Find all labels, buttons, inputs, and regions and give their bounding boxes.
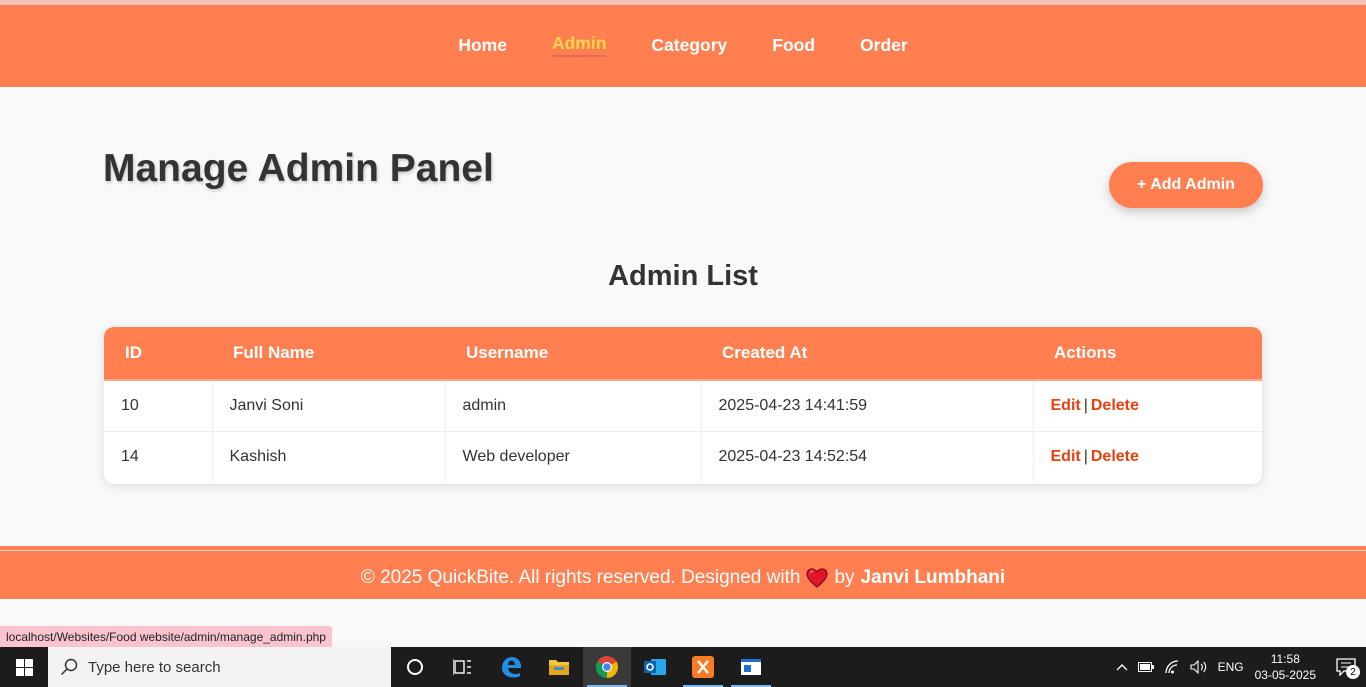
cortana-button[interactable] (391, 647, 439, 687)
cell-id: 14 (104, 431, 213, 482)
file-explorer-app[interactable] (535, 647, 583, 687)
table-header-row: ID Full Name Username Created At Actions (104, 327, 1262, 381)
taskbar-search-box[interactable]: Type here to search (48, 647, 391, 687)
xampp-icon (692, 656, 714, 678)
task-view-button[interactable] (439, 647, 487, 687)
delete-link[interactable]: Delete (1091, 448, 1139, 465)
volume-button[interactable] (1185, 660, 1213, 674)
network-button[interactable] (1159, 660, 1185, 674)
footer-author: Janvi Lumbhani (860, 566, 1006, 588)
footer-copyright: © 2025 QuickBite. All rights reserved. D… (360, 566, 801, 588)
nav-order[interactable]: Order (860, 35, 908, 56)
windows-logo-icon (15, 658, 33, 676)
add-admin-button[interactable]: + Add Admin (1109, 162, 1263, 208)
column-header-full-name: Full Name (212, 327, 445, 381)
window-app-icon (741, 659, 761, 675)
wifi-icon (1164, 660, 1178, 674)
footer-text: © 2025 QuickBite. All rights reserved. D… (361, 567, 1005, 589)
chevron-up-icon (1116, 664, 1128, 671)
cell-actions: Edit | Delete (1033, 431, 1262, 482)
cell-id: 10 (104, 380, 213, 432)
xampp-app[interactable] (679, 647, 727, 687)
column-header-id: ID (104, 327, 212, 381)
outlook-icon (644, 659, 666, 675)
cell-actions: Edit | Delete (1033, 380, 1262, 432)
control-panel-app[interactable] (727, 647, 775, 687)
cell-username: admin (445, 380, 702, 432)
table-row: 10 Janvi Soni admin 2025-04-23 14:41:59 … (104, 380, 1262, 432)
admin-table: ID Full Name Username Created At Actions… (104, 327, 1262, 482)
nav-admin[interactable]: Admin (551, 33, 607, 57)
cell-created-at: 2025-04-23 14:52:54 (701, 431, 1034, 482)
cell-created-at: 2025-04-23 14:41:59 (701, 380, 1034, 432)
folder-icon (549, 660, 569, 675)
action-separator: | (1083, 396, 1088, 414)
chrome-icon (596, 656, 618, 678)
task-view-icon (453, 659, 471, 675)
browser-status-url: localhost/Websites/Food website/admin/ma… (0, 626, 332, 647)
nav-category[interactable]: Category (651, 35, 727, 56)
edit-link[interactable]: Edit (1051, 448, 1081, 465)
nav-food[interactable]: Food (772, 35, 815, 56)
column-header-actions: Actions (1033, 327, 1262, 381)
edge-app[interactable] (487, 647, 535, 687)
action-center-button[interactable]: 2 (1326, 647, 1366, 687)
footer-by: by (834, 566, 855, 588)
column-header-created-at: Created At (701, 327, 1033, 381)
site-footer: © 2025 QuickBite. All rights reserved. D… (0, 545, 1366, 599)
admin-table-container: ID Full Name Username Created At Actions… (104, 327, 1262, 484)
edit-link[interactable]: Edit (1051, 397, 1081, 414)
show-hidden-icons-button[interactable] (1111, 663, 1133, 671)
start-button[interactable] (0, 647, 48, 687)
page-title: Manage Admin Panel (103, 147, 494, 190)
clock-time: 11:58 (1270, 652, 1300, 666)
heart-icon (806, 567, 828, 588)
cell-full-name: Janvi Soni (212, 380, 446, 432)
battery-button[interactable] (1133, 662, 1159, 672)
windows-taskbar: Type here to search ENG 11:58 03-05-2025… (0, 647, 1366, 687)
delete-link[interactable]: Delete (1091, 397, 1139, 414)
language-indicator[interactable]: ENG (1213, 660, 1249, 674)
notification-count-badge: 2 (1346, 665, 1360, 679)
admin-list-title: Admin List (608, 260, 758, 292)
column-header-username: Username (445, 327, 701, 381)
cell-full-name: Kashish (212, 431, 446, 482)
system-tray: ENG 11:58 03-05-2025 2 (1111, 647, 1366, 687)
speaker-icon (1190, 660, 1206, 674)
main-navbar: Home Admin Category Food Order (0, 5, 1366, 87)
taskbar-clock[interactable]: 11:58 03-05-2025 (1249, 651, 1326, 683)
outlook-app[interactable] (631, 647, 679, 687)
search-icon (60, 658, 78, 676)
chrome-app[interactable] (583, 647, 631, 687)
table-row: 14 Kashish Web developer 2025-04-23 14:5… (104, 431, 1262, 482)
cell-username: Web developer (445, 431, 702, 482)
clock-date: 03-05-2025 (1254, 668, 1316, 682)
nav-home[interactable]: Home (458, 35, 507, 56)
battery-icon (1137, 662, 1154, 672)
action-separator: | (1083, 447, 1088, 465)
search-placeholder: Type here to search (88, 658, 221, 676)
edge-icon (502, 657, 521, 678)
footer-divider (0, 550, 1366, 551)
circle-icon (407, 659, 423, 675)
